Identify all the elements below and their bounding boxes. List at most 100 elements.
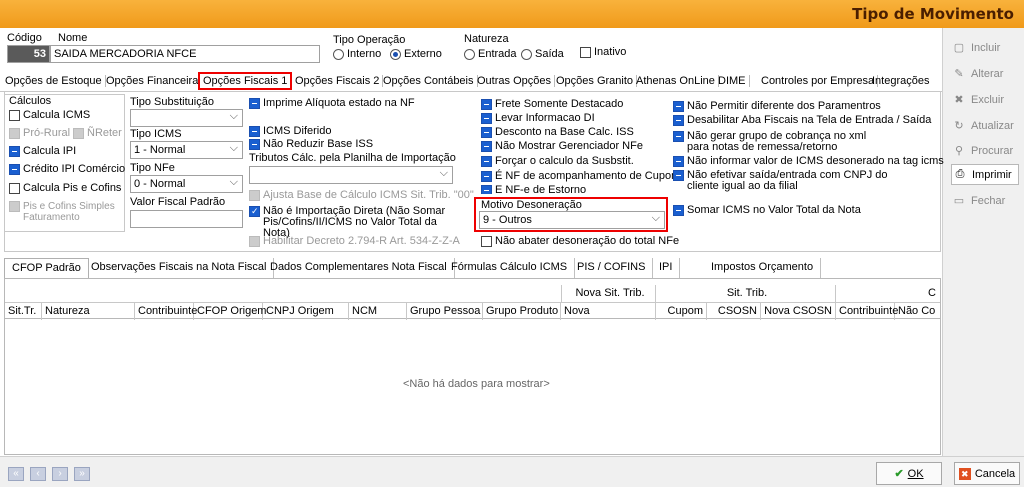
codigo-field[interactable]: 53 (7, 45, 50, 63)
forcar-calculo-checkbox[interactable]: Forçar o calculo da Susbstit. (481, 156, 634, 167)
tab-outras-opcoes[interactable]: Outras Opções (474, 75, 555, 87)
tab-opcoes-financeiras[interactable]: Opções Financeiras (103, 75, 208, 87)
nao-informar-icms-checkbox[interactable]: Não informar valor de ICMS desonerado na… (673, 156, 944, 167)
tab-opcoes-fiscais-1[interactable]: Opções Fiscais 1 (198, 72, 293, 90)
valor-fiscal-field[interactable] (130, 210, 243, 228)
motivo-desoneracao-select[interactable]: 9 - Outros (479, 211, 665, 229)
tab-integracoes[interactable]: Integrações (869, 75, 932, 87)
somar-icms-checkbox[interactable]: Somar ICMS no Valor Total da Nota (673, 205, 861, 216)
nao-efetivar-checkbox[interactable]: Não efetivar saída/entrada com CNPJ do c… (673, 170, 913, 192)
tributos-label: Tributos Cálc. pela Planilha de Importaç… (249, 152, 456, 164)
nao-reduzir-base-iss-checkbox[interactable]: Não Reduzir Base ISS (249, 139, 373, 150)
calculos-label: Cálculos (9, 95, 52, 107)
col-contribuinte-2[interactable]: Contribuinte (836, 303, 898, 320)
grid-columns: Sit.Tr. Natureza Contribuinte CFOP Orige… (5, 302, 940, 320)
next-record-icon[interactable]: › (52, 467, 68, 481)
nome-field[interactable]: SAIDA MERCADORIA NFCE (50, 45, 320, 63)
band-nova-sit-trib: Nova Sit. Trib. (561, 285, 656, 302)
subtab-dados-complementares[interactable]: Dados Complementares Nota Fiscal (263, 258, 455, 278)
atualizar-button[interactable]: ↻ Atualizar (951, 115, 1019, 136)
radio-entrada[interactable]: Entrada (464, 48, 517, 60)
nao-abater-checkbox[interactable]: Não abater desoneração do total NFe (481, 236, 679, 247)
tab-opcoes-contabeis[interactable]: Opções Contábeis (380, 75, 478, 87)
nome-label: Nome (58, 32, 88, 44)
tipo-icms-select[interactable]: 1 - Normal (130, 141, 243, 159)
grid-empty-text: <Não há dados para mostrar> (403, 378, 550, 390)
tipo-nfe-label: Tipo NFe (130, 162, 175, 174)
ok-button[interactable]: ✔ OK (876, 462, 942, 485)
col-csosn[interactable]: CSOSN (707, 303, 761, 320)
nao-mostrar-gerenciador-checkbox[interactable]: Não Mostrar Gerenciador NFe (481, 141, 643, 152)
col-natureza[interactable]: Natureza (42, 303, 135, 320)
cancel-button[interactable]: ✖ Cancela (954, 462, 1020, 485)
pro-rural-checkbox[interactable]: Pró-Rural (9, 128, 70, 139)
calcula-ipi-checkbox[interactable]: Calcula IPI (9, 146, 76, 157)
action-panel: ▢ Incluir ✎ Alterar ✖ Excluir ↻ Atualizar ⚲ P… (942, 28, 1024, 456)
credito-ipi-checkbox[interactable]: Crédito IPI Comércio (9, 164, 125, 175)
radio-interno[interactable]: Interno (333, 48, 381, 60)
imprimir-button[interactable]: ⎙ Imprimir (951, 164, 1019, 185)
nreter-checkbox[interactable]: ÑReter (73, 128, 122, 139)
pis-cofins-simples-checkbox[interactable]: Pis e Cofins Simples Faturamento (9, 201, 119, 223)
col-nova-csosn[interactable]: Nova CSOSN (761, 303, 836, 320)
cfop-grid: Nova Sit. Trib. Sit. Trib. C Sit.Tr. Nat… (4, 278, 941, 455)
radio-saida[interactable]: Saída (521, 48, 564, 60)
tab-opcoes-granito[interactable]: Opções Granito (553, 75, 638, 87)
col-grupo-produto[interactable]: Grupo Produto (483, 303, 561, 320)
nao-gerar-cobranca-checkbox[interactable]: Não gerar grupo de cobrança no xml para … (673, 131, 883, 153)
subtab-cfop-padrao[interactable]: CFOP Padrão (4, 258, 89, 278)
procurar-button[interactable]: ⚲ Procurar (951, 140, 1019, 161)
tipo-substituicao-select[interactable] (130, 109, 243, 127)
tipo-nfe-select[interactable]: 0 - Normal (130, 175, 243, 193)
window-title: Tipo de Movimento (852, 5, 1014, 23)
last-record-icon[interactable]: » (74, 467, 90, 481)
desabilitar-aba-checkbox[interactable]: Desabilitar Aba Fiscais na Tela de Entra… (673, 115, 931, 126)
col-cnpj-origem[interactable]: CNPJ Origem (263, 303, 349, 320)
nfe-estorno-checkbox[interactable]: É NF-e de Estorno (481, 185, 586, 194)
subtab-formulas-icms[interactable]: Fórmulas Cálculo ICMS (444, 258, 576, 278)
main-tabs: Opções de Estoque Opções Financeiras Opç… (0, 72, 942, 92)
levar-informacao-di-checkbox[interactable]: Levar Informacao DI (481, 113, 595, 124)
radio-externo[interactable]: Externo (390, 48, 442, 60)
tab-controles-empresa[interactable]: Controles por Empresa (758, 75, 879, 87)
subtab-impostos-orcamento[interactable]: Impostos Orçamento (704, 258, 822, 278)
inativo-checkbox[interactable]: Inativo (580, 47, 626, 58)
ajusta-base-checkbox[interactable]: Ajusta Base de Cálculo ICMS Sit. Trib. "… (249, 190, 474, 201)
binoculars-icon: ⚲ (954, 144, 964, 157)
habilitar-decreto-checkbox[interactable]: Habilitar Decreto 2.794-R Art. 534-Z-Z-A (249, 236, 460, 247)
calcula-icms-checkbox[interactable]: Calcula ICMS (9, 110, 90, 121)
tab-athenas-online[interactable]: Athenas OnLine (633, 75, 719, 87)
col-contribuinte[interactable]: Contribuinte (135, 303, 197, 320)
incluir-button[interactable]: ▢ Incluir (951, 37, 1019, 58)
imprime-aliquota-checkbox[interactable]: Imprime Alíquota estado na NF (249, 98, 415, 109)
check-icon: ✔ (894, 468, 904, 480)
first-record-icon[interactable]: « (8, 467, 24, 481)
tab-opcoes-estoque[interactable]: Opções de Estoque (2, 75, 106, 87)
col-cfop-origem[interactable]: CFOP Origem (194, 303, 266, 320)
col-ncm[interactable]: NCM (349, 303, 407, 320)
icms-diferido-checkbox[interactable]: ICMS Diferido (249, 126, 331, 137)
calcula-pis-cofins-checkbox[interactable]: Calcula Pis e Cofins (9, 183, 121, 194)
tipo-operacao-label: Tipo Operação (333, 34, 406, 46)
grid-header: Nova Sit. Trib. Sit. Trib. C Sit.Tr. Nat… (5, 285, 940, 320)
alterar-button[interactable]: ✎ Alterar (951, 63, 1019, 84)
subtab-ipi[interactable]: IPI (652, 258, 681, 278)
excluir-button[interactable]: ✖ Excluir (951, 89, 1019, 110)
col-nova[interactable]: Nova (561, 303, 656, 320)
col-cupom[interactable]: Cupom (656, 303, 707, 320)
tab-opcoes-fiscais-2[interactable]: Opções Fiscais 2 (292, 75, 384, 87)
fechar-button[interactable]: ▭ Fechar (951, 190, 1019, 211)
nao-permitir-checkbox[interactable]: Não Permitir diferente dos Paramentros (673, 101, 881, 112)
col-nao-contribuinte[interactable]: Não Co (895, 303, 940, 320)
subtab-observacoes-fiscais[interactable]: Observações Fiscais na Nota Fiscal (84, 258, 275, 278)
prev-record-icon[interactable]: ‹ (30, 467, 46, 481)
valor-fiscal-label: Valor Fiscal Padrão (130, 196, 226, 208)
desconto-base-iss-checkbox[interactable]: Desconto na Base Calc. ISS (481, 127, 634, 138)
col-grupo-pessoa[interactable]: Grupo Pessoa (407, 303, 483, 320)
tab-dime[interactable]: DIME (715, 75, 750, 87)
frete-destacado-checkbox[interactable]: Frete Somente Destacado (481, 99, 623, 110)
nf-cupom-checkbox[interactable]: É NF de acompanhamento de Cupom (481, 171, 680, 182)
col-sit-tr[interactable]: Sit.Tr. (5, 303, 42, 320)
subtab-pis-cofins[interactable]: PIS / COFINS (570, 258, 654, 278)
tributos-select[interactable] (249, 166, 453, 184)
